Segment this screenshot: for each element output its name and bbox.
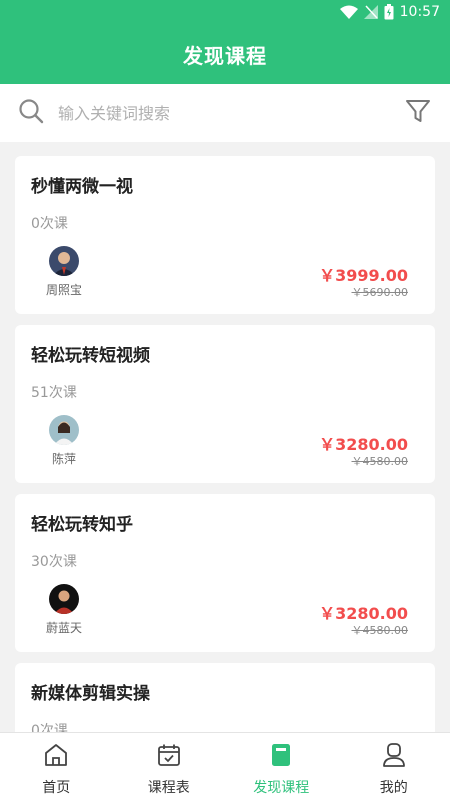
tab-label: 发现课程 — [253, 780, 310, 796]
course-title: 轻松玩转知乎 — [31, 515, 133, 535]
tab-label: 课程表 — [147, 780, 190, 796]
no-signal-icon — [363, 5, 378, 19]
tab-home[interactable]: 首页 — [0, 733, 113, 799]
tab-label: 我的 — [379, 780, 408, 796]
lesson-count: 0次课 — [31, 216, 68, 232]
tab-mine[interactable]: 我的 — [338, 733, 450, 799]
course-card[interactable]: 秒懂两微一视 0次课 周照宝 ￥3999.00 ￥5690.00 — [15, 156, 435, 314]
course-title: 秒懂两微一视 — [31, 177, 133, 197]
course-price: ￥3280.00 — [319, 604, 408, 623]
original-price: ￥5690.00 — [351, 286, 409, 299]
calendar-icon — [156, 742, 182, 772]
avatar — [49, 415, 79, 445]
filter-icon[interactable] — [404, 97, 432, 129]
tab-label: 首页 — [42, 780, 71, 796]
battery-icon — [384, 4, 394, 20]
lesson-count: 51次课 — [31, 385, 77, 401]
teacher-info: 周照宝 — [33, 246, 95, 298]
course-card[interactable]: 新媒体剪辑实操 0次课 — [15, 663, 435, 732]
avatar — [49, 584, 79, 614]
book-icon — [268, 742, 294, 772]
teacher-name: 蔚蓝天 — [45, 621, 82, 635]
teacher-info: 陈萍 — [33, 415, 95, 467]
app-header: 10:57 发现课程 — [0, 0, 450, 84]
course-card[interactable]: 轻松玩转短视频 51次课 陈萍 ￥3280.00 ￥4580.00 — [15, 325, 435, 483]
wifi-icon — [339, 5, 358, 19]
search-icon — [18, 98, 44, 128]
tab-schedule[interactable]: 课程表 — [113, 733, 226, 799]
search-input[interactable] — [58, 103, 404, 123]
original-price: ￥4580.00 — [351, 624, 409, 637]
status-time: 10:57 — [399, 4, 440, 20]
original-price: ￥4580.00 — [351, 455, 409, 468]
teacher-info: 蔚蓝天 — [33, 584, 95, 636]
lesson-count: 0次课 — [31, 723, 68, 732]
home-icon — [43, 742, 69, 772]
lesson-count: 30次课 — [31, 554, 77, 570]
status-bar: 10:57 — [0, 0, 450, 24]
teacher-name: 周照宝 — [45, 283, 82, 297]
teacher-name: 陈萍 — [51, 452, 76, 466]
course-title: 轻松玩转短视频 — [31, 346, 150, 366]
course-card[interactable]: 轻松玩转知乎 30次课 蔚蓝天 ￥3280.00 ￥4580.00 — [15, 494, 435, 652]
search-bar — [0, 84, 450, 142]
course-title: 新媒体剪辑实操 — [31, 684, 150, 704]
bottom-tab-bar: 首页 课程表 发现课程 我的 — [0, 732, 450, 799]
course-list: 秒懂两微一视 0次课 周照宝 ￥3999.00 ￥5690.00 轻松玩转短视频… — [0, 142, 450, 732]
course-price: ￥3280.00 — [319, 435, 408, 454]
page-title: 发现课程 — [183, 43, 267, 68]
tab-discover[interactable]: 发现课程 — [225, 733, 338, 799]
user-icon — [381, 742, 407, 772]
course-price: ￥3999.00 — [319, 266, 408, 285]
avatar — [49, 246, 79, 276]
